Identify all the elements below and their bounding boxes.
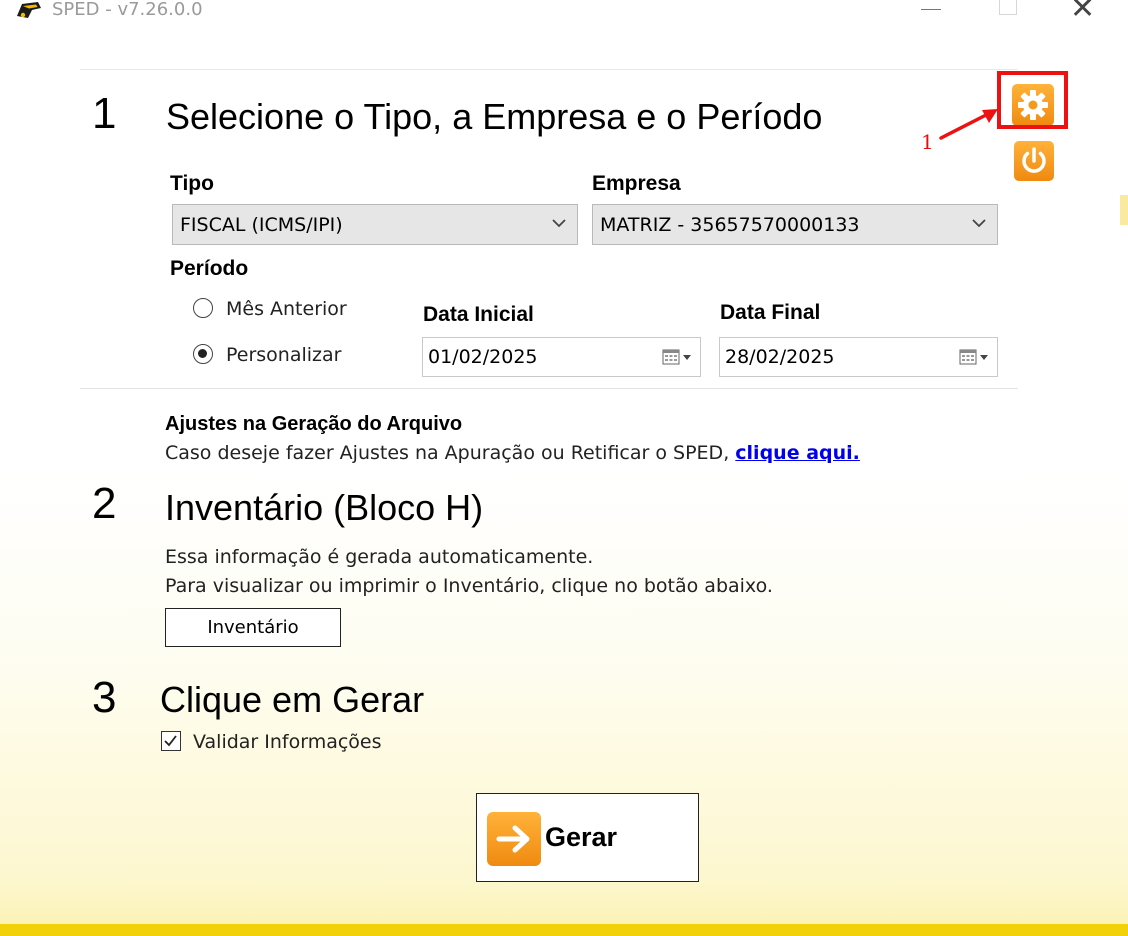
tipo-select-value: FISCAL (ICMS/IPI) bbox=[180, 214, 343, 236]
checkmark-icon bbox=[164, 735, 177, 747]
chevron-down-icon bbox=[552, 219, 566, 228]
step-2-line-2: Para visualizar ou imprimir o Inventário… bbox=[165, 575, 773, 597]
calendar-icon[interactable] bbox=[959, 349, 989, 365]
step-1-title: Selecione o Tipo, a Empresa e o Período bbox=[166, 96, 823, 137]
tipo-select[interactable]: FISCAL (ICMS/IPI) bbox=[172, 204, 578, 245]
radio-personalizar[interactable] bbox=[193, 344, 213, 364]
step-2-title: Inventário (Bloco H) bbox=[165, 487, 484, 528]
radio-personalizar-label: Personalizar bbox=[226, 344, 342, 366]
power-button[interactable] bbox=[1014, 141, 1054, 181]
data-final-field[interactable]: 28/02/2025 bbox=[719, 337, 998, 377]
annotation-number: 1 bbox=[921, 130, 934, 154]
annotation-arrow bbox=[939, 109, 998, 140]
validar-checkbox[interactable] bbox=[161, 731, 181, 751]
empresa-select-value: MATRIZ - 35657570000133 bbox=[600, 214, 860, 236]
arrow-right-icon bbox=[487, 812, 541, 866]
data-inicial-label: Data Inicial bbox=[423, 303, 534, 326]
calendar-icon[interactable] bbox=[662, 349, 692, 365]
step-1-number: 1 bbox=[92, 89, 117, 138]
chevron-down-icon bbox=[972, 219, 986, 228]
power-icon bbox=[1022, 147, 1046, 173]
step-2-line-1: Essa informação é gerada automaticamente… bbox=[165, 546, 594, 568]
data-final-value: 28/02/2025 bbox=[725, 346, 835, 368]
empresa-select[interactable]: MATRIZ - 35657570000133 bbox=[592, 204, 998, 245]
validar-checkbox-label: Validar Informações bbox=[193, 731, 382, 753]
window-title: SPED - v7.26.0.0 bbox=[52, 0, 203, 20]
app-logo-icon bbox=[14, 0, 44, 20]
step-2-number: 2 bbox=[92, 479, 117, 528]
maximize-icon[interactable] bbox=[999, 0, 1017, 15]
bottom-bar bbox=[0, 924, 1128, 936]
inventario-button[interactable]: Inventário bbox=[165, 608, 341, 647]
radio-mes-anterior-label: Mês Anterior bbox=[226, 298, 347, 320]
data-inicial-value: 01/02/2025 bbox=[428, 346, 538, 368]
data-inicial-field[interactable]: 01/02/2025 bbox=[422, 337, 701, 377]
data-final-label: Data Final bbox=[720, 301, 821, 324]
ajustes-text-line: Caso deseje fazer Ajustes na Apuração ou… bbox=[165, 441, 860, 465]
empresa-label: Empresa bbox=[592, 172, 681, 195]
tipo-label: Tipo bbox=[170, 172, 214, 195]
ajustes-text: Caso deseje fazer Ajustes na Apuração ou… bbox=[165, 442, 730, 464]
divider bbox=[80, 69, 1018, 70]
divider bbox=[80, 388, 1018, 389]
gerar-button-label: Gerar bbox=[545, 822, 618, 852]
gerar-button[interactable]: Gerar bbox=[476, 793, 699, 882]
periodo-label: Período bbox=[170, 257, 249, 280]
clique-aqui-link[interactable]: clique aqui. bbox=[735, 442, 860, 464]
minimize-icon[interactable] bbox=[921, 9, 941, 10]
ajustes-title: Ajustes na Geração do Arquivo bbox=[165, 413, 463, 435]
step-3-number: 3 bbox=[92, 673, 117, 722]
window-edge bbox=[1120, 195, 1128, 225]
radio-mes-anterior[interactable] bbox=[193, 298, 213, 318]
step-3-title: Clique em Gerar bbox=[160, 679, 425, 720]
annotation-highlight-box bbox=[997, 71, 1068, 129]
close-icon[interactable]: ✕ bbox=[1070, 0, 1095, 24]
